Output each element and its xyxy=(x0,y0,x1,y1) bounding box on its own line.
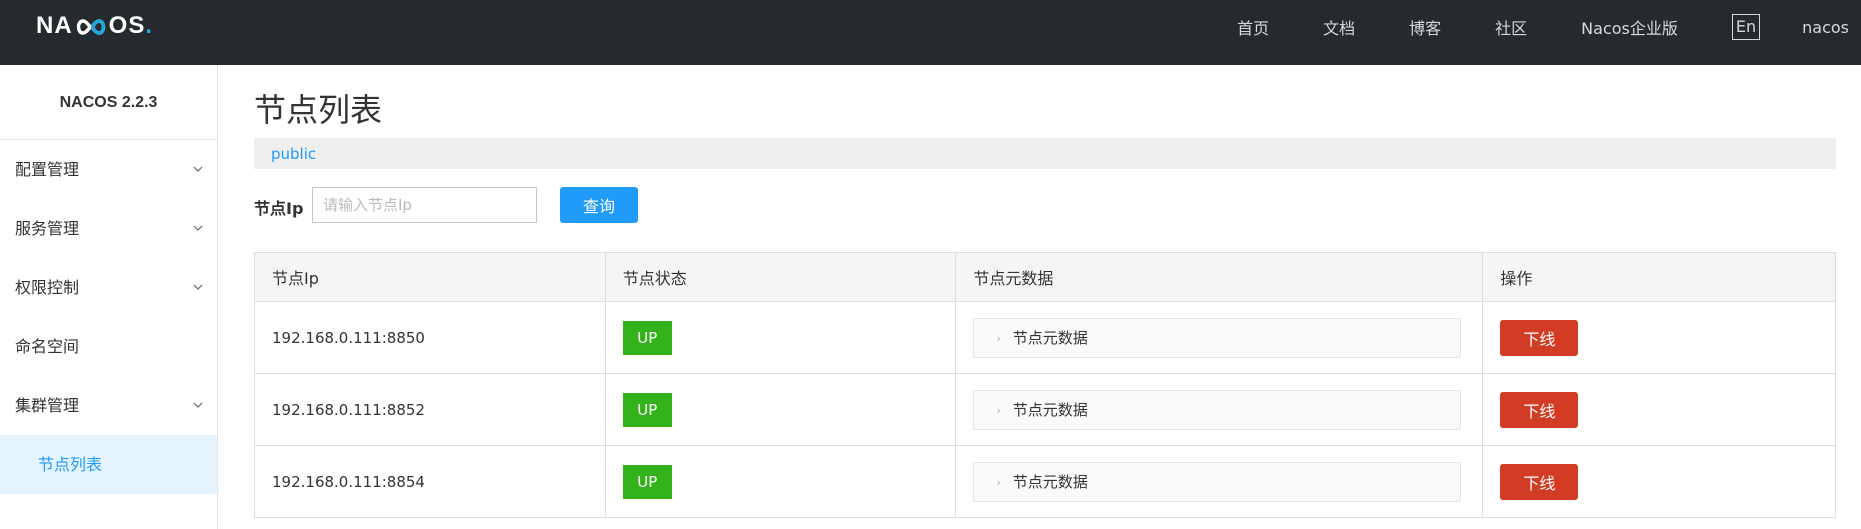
metadata-label: 节点元数据 xyxy=(1012,400,1088,419)
chevron-right-icon: › xyxy=(996,403,1001,417)
user-menu[interactable]: nacos xyxy=(1802,18,1849,37)
nav-docs[interactable]: 文档 xyxy=(1323,15,1355,39)
chevron-right-icon: › xyxy=(996,331,1001,345)
chevron-right-icon: › xyxy=(996,475,1001,489)
sidebar-item-namespace[interactable]: 命名空间 xyxy=(0,317,217,376)
node-table: 节点Ip 节点状态 节点元数据 操作 192.168.0.111:8850 UP… xyxy=(254,252,1836,518)
table-header-row: 节点Ip 节点状态 节点元数据 操作 xyxy=(254,252,1836,302)
sidebar-item-label: 权限控制 xyxy=(15,278,80,297)
sidebar-item-label: 命名空间 xyxy=(15,337,80,356)
chevron-down-icon xyxy=(193,284,203,290)
offline-button[interactable]: 下线 xyxy=(1500,391,1579,428)
status-badge: UP xyxy=(622,320,672,355)
status-badge: UP xyxy=(622,464,672,499)
cell-actions: 下线 xyxy=(1482,301,1836,374)
column-header-actions: 操作 xyxy=(1482,252,1836,302)
column-header-state: 节点状态 xyxy=(605,252,957,302)
offline-button[interactable]: 下线 xyxy=(1500,463,1579,500)
metadata-label: 节点元数据 xyxy=(1012,472,1088,491)
table-row: 192.168.0.111:8854 UP › 节点元数据 下线 xyxy=(254,445,1836,518)
logo-text-left: NA xyxy=(36,12,73,39)
sidebar-item-label: 服务管理 xyxy=(15,219,80,238)
metadata-expander[interactable]: › 节点元数据 xyxy=(973,317,1462,358)
sidebar-item-service-management[interactable]: 服务管理 xyxy=(0,199,217,258)
cell-node-state: UP xyxy=(605,373,957,446)
nav-blog[interactable]: 博客 xyxy=(1409,15,1441,39)
sidebar-item-config-management[interactable]: 配置管理 xyxy=(0,140,217,199)
cell-node-ip: 192.168.0.111:8852 xyxy=(254,373,606,446)
sidebar-item-access-control[interactable]: 权限控制 xyxy=(0,258,217,317)
cell-actions: 下线 xyxy=(1482,445,1836,518)
logo-infinity-icon xyxy=(74,16,108,36)
logo-dot: . xyxy=(145,12,154,39)
query-button[interactable]: 查询 xyxy=(560,187,638,223)
language-toggle[interactable]: En xyxy=(1731,14,1761,40)
namespace-link-public[interactable]: public xyxy=(271,145,316,163)
cell-node-ip: 192.168.0.111:8854 xyxy=(254,445,606,518)
column-header-metadata: 节点元数据 xyxy=(955,252,1484,302)
sidebar: NACOS 2.2.3 配置管理 服务管理 权限控制 命名空间 集群管理 节点列… xyxy=(0,65,218,529)
chevron-down-icon xyxy=(193,225,203,231)
logo-text-right: OS xyxy=(108,12,146,39)
table-row: 192.168.0.111:8852 UP › 节点元数据 下线 xyxy=(254,373,1836,446)
version-label: NACOS 2.2.3 xyxy=(0,65,217,140)
cell-node-state: UP xyxy=(605,445,957,518)
sidebar-item-cluster-management[interactable]: 集群管理 xyxy=(0,376,217,435)
column-header-ip: 节点Ip xyxy=(254,252,606,302)
metadata-expander[interactable]: › 节点元数据 xyxy=(973,389,1462,430)
sidebar-item-label: 配置管理 xyxy=(15,160,80,179)
cell-node-metadata: › 节点元数据 xyxy=(955,445,1484,518)
cell-actions: 下线 xyxy=(1482,373,1836,446)
node-ip-input[interactable] xyxy=(312,187,537,223)
namespace-bar: public xyxy=(254,138,1836,169)
nav-home[interactable]: 首页 xyxy=(1237,15,1269,39)
chevron-down-icon xyxy=(193,166,203,172)
sidebar-item-label: 集群管理 xyxy=(15,396,80,415)
nacos-logo[interactable]: NA OS . xyxy=(36,12,154,39)
search-label: 节点Ip xyxy=(254,199,304,218)
metadata-expander[interactable]: › 节点元数据 xyxy=(973,461,1462,502)
cell-node-state: UP xyxy=(605,301,957,374)
offline-button[interactable]: 下线 xyxy=(1500,319,1579,356)
nav-community[interactable]: 社区 xyxy=(1495,15,1527,39)
status-badge: UP xyxy=(622,392,672,427)
page-title: 节点列表 xyxy=(254,91,383,129)
cell-node-metadata: › 节点元数据 xyxy=(955,301,1484,374)
chevron-down-icon xyxy=(193,402,203,408)
top-navbar: NA OS . 首页 文档 博客 社区 Nacos企业版 En nacos xyxy=(0,0,1861,65)
cell-node-ip: 192.168.0.111:8850 xyxy=(254,301,606,374)
sidebar-item-node-list[interactable]: 节点列表 xyxy=(0,435,217,494)
nav-enterprise[interactable]: Nacos企业版 xyxy=(1581,15,1678,39)
top-nav: 首页 文档 博客 社区 Nacos企业版 En nacos xyxy=(1237,0,1861,54)
cell-node-metadata: › 节点元数据 xyxy=(955,373,1484,446)
metadata-label: 节点元数据 xyxy=(1012,328,1088,347)
table-row: 192.168.0.111:8850 UP › 节点元数据 下线 xyxy=(254,301,1836,374)
